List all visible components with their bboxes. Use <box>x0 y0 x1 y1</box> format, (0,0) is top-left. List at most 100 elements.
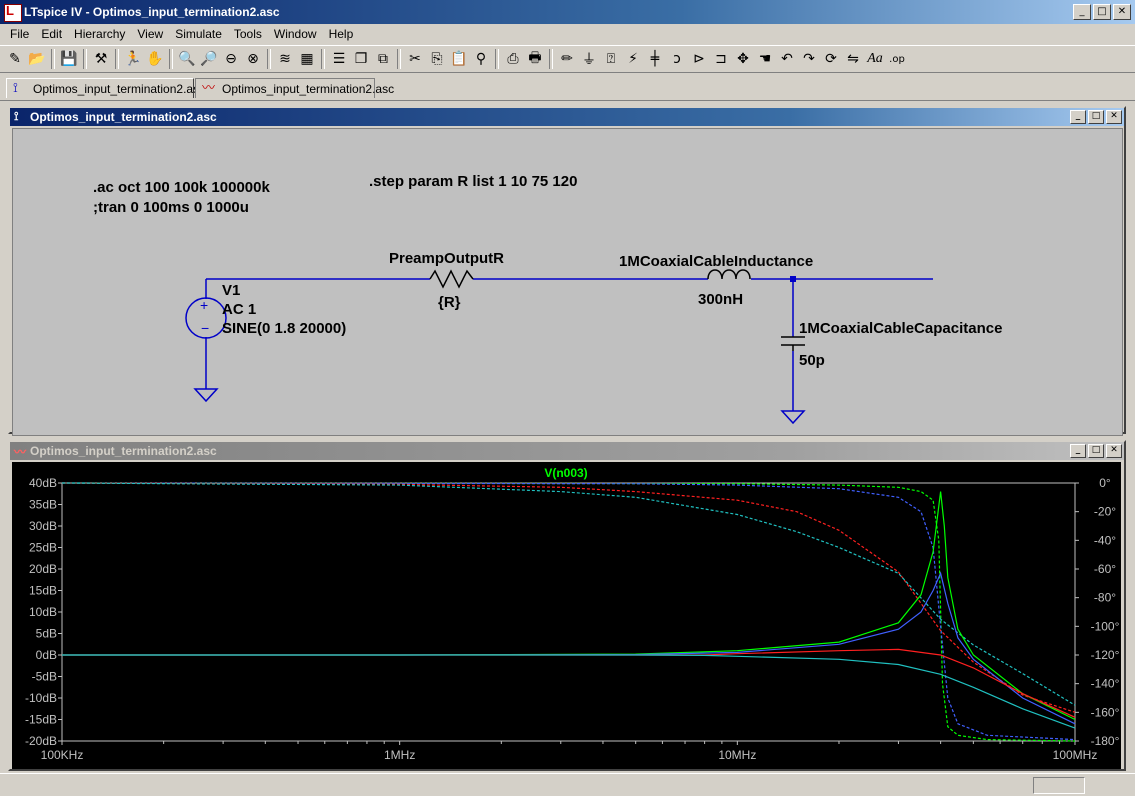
halt-icon[interactable]: ✋ <box>144 48 166 70</box>
y-left-tick-label: 0dB <box>36 648 57 662</box>
grid-icon[interactable]: ▦ <box>296 48 318 70</box>
new-schematic-icon[interactable]: ✎ <box>4 48 26 70</box>
resistor-preampoutputr[interactable] <box>429 269 474 289</box>
magnitude-trace <box>62 648 1076 718</box>
capacitor-coax[interactable] <box>781 336 805 351</box>
waveform-plot[interactable]: V(n003) 40dB 35dB 30dB 25dB 20dB 15dB 10dB 5dB 0… <box>12 462 1121 769</box>
save-icon[interactable]: 💾 <box>58 48 80 70</box>
y-right-tick-label: -60° <box>1094 562 1116 576</box>
inductor-name[interactable]: 1MCoaxialCableInductance <box>619 253 813 270</box>
maximize-button[interactable]: □ <box>1093 4 1111 20</box>
app-title: LTspice IV - Optimos_input_termination2.… <box>24 5 280 19</box>
source-value-ac[interactable]: AC 1 <box>222 301 256 318</box>
print-icon[interactable]: 🖶 <box>524 48 546 70</box>
menu-view[interactable]: View <box>131 27 169 41</box>
minimize-button[interactable]: _ <box>1073 4 1091 20</box>
close-button[interactable]: ✕ <box>1113 4 1131 20</box>
source-value-sine[interactable]: SINE(0 1.8 20000) <box>222 320 346 337</box>
inductor-value[interactable]: 300nH <box>698 291 743 308</box>
tab-waveform[interactable]: 〰 Optimos_input_termination2.asc <box>195 78 394 98</box>
voltage-source-v1[interactable]: + − <box>185 297 227 339</box>
menu-tools[interactable]: Tools <box>228 27 268 41</box>
phase-trace <box>61 482 1076 742</box>
undo-icon[interactable]: ↶ <box>776 48 798 70</box>
cascade-icon[interactable]: ❐ <box>350 48 372 70</box>
find-icon[interactable]: ⚲ <box>470 48 492 70</box>
capacitor-value[interactable]: 50p <box>799 352 825 369</box>
menu-simulate[interactable]: Simulate <box>169 27 228 41</box>
resistor-name[interactable]: PreampOutputR <box>389 250 504 267</box>
zoom-cancel-icon[interactable]: ⊗ <box>242 48 264 70</box>
schematic-canvas[interactable]: .ac oct 100 100k 100000k ;tran 0 100ms 0… <box>12 128 1123 436</box>
tile-horizontal-icon[interactable]: ☰ <box>328 48 350 70</box>
y-left-tick-label: 25dB <box>29 541 57 555</box>
toolbar: ✎ 📂 💾 ⚒ 🏃 ✋ 🔍 🔎 ⊖ ⊗ ≋ ▦ ☰ ❐ ⧉ ✂ ⎘ 📋 ⚲ ⎙ … <box>0 45 1135 73</box>
schematic-window-title: Optimos_input_termination2.asc <box>30 110 217 124</box>
y-right-tick-label: -140° <box>1091 677 1120 691</box>
ground-icon[interactable]: ⏚ <box>578 48 600 70</box>
waveform-icon: 〰 <box>202 81 216 96</box>
resistor-value[interactable]: {R} <box>438 294 461 311</box>
schematic-window-title-bar[interactable]: ⟟ Optimos_input_termination2.asc _ □ ✕ <box>10 108 1124 126</box>
label-net-icon[interactable]: ⍰ <box>600 48 622 70</box>
ground-symbol[interactable] <box>780 410 806 425</box>
open-icon[interactable]: 📂 <box>26 48 48 70</box>
text-icon[interactable]: Aa <box>864 48 886 70</box>
inductor-coax[interactable] <box>707 269 751 280</box>
y-left-tick-label: 35dB <box>29 498 57 512</box>
svg-text:−: − <box>201 320 209 336</box>
y-left-tick-label: 15dB <box>29 584 57 598</box>
redo-icon[interactable]: ↷ <box>798 48 820 70</box>
close-button[interactable]: ✕ <box>1106 444 1122 458</box>
inductor-icon[interactable]: ↄ <box>666 48 688 70</box>
trace-label[interactable]: V(n003) <box>544 466 587 480</box>
rotate-icon[interactable]: ⟳ <box>820 48 842 70</box>
print-setup-icon[interactable]: ⎙ <box>502 48 524 70</box>
menu-edit[interactable]: Edit <box>35 27 68 41</box>
ground-symbol[interactable] <box>193 388 219 403</box>
autorange-icon[interactable]: ≋ <box>274 48 296 70</box>
close-button[interactable]: ✕ <box>1106 110 1122 124</box>
zoom-out-icon[interactable]: 🔎 <box>198 48 220 70</box>
menu-file[interactable]: File <box>4 27 35 41</box>
waveform-window-title-bar[interactable]: 〰 Optimos_input_termination2.asc _ □ ✕ <box>10 442 1124 460</box>
menu-help[interactable]: Help <box>323 27 360 41</box>
zoom-fit-icon[interactable]: ⊖ <box>220 48 242 70</box>
minimize-button[interactable]: _ <box>1070 444 1086 458</box>
minimize-button[interactable]: _ <box>1070 110 1086 124</box>
control-panel-icon[interactable]: ⚒ <box>90 48 112 70</box>
menu-bar: File Edit Hierarchy View Simulate Tools … <box>0 24 1135 44</box>
ltspice-logo-icon: L <box>4 3 22 22</box>
maximize-button[interactable]: □ <box>1088 444 1104 458</box>
source-name[interactable]: V1 <box>222 282 240 299</box>
spice-comment-tran[interactable]: ;tran 0 100ms 0 1000u <box>93 199 249 216</box>
mirror-icon[interactable]: ⇋ <box>842 48 864 70</box>
drag-icon[interactable]: ☚ <box>754 48 776 70</box>
magnitude-trace <box>62 654 1076 729</box>
tab-schematic[interactable]: ⟟ Optimos_input_termination2.asc <box>6 78 205 98</box>
cut-icon[interactable]: ✂ <box>404 48 426 70</box>
waveform-window-title: Optimos_input_termination2.asc <box>30 444 217 458</box>
app-title-bar[interactable]: L LTspice IV - Optimos_input_termination… <box>0 0 1135 24</box>
capacitor-name[interactable]: 1MCoaxialCableCapacitance <box>799 320 1002 337</box>
component-icon[interactable]: ⊐ <box>710 48 732 70</box>
zoom-in-icon[interactable]: 🔍 <box>176 48 198 70</box>
close-all-icon[interactable]: ⧉ <box>372 48 394 70</box>
diode-icon[interactable]: ⊳ <box>688 48 710 70</box>
menu-hierarchy[interactable]: Hierarchy <box>68 27 131 41</box>
menu-window[interactable]: Window <box>268 27 323 41</box>
paste-icon[interactable]: 📋 <box>448 48 470 70</box>
spice-directive-icon[interactable]: .op <box>886 48 908 70</box>
waveform-window: 〰 Optimos_input_termination2.asc _ □ ✕ V… <box>8 440 1126 771</box>
wire-icon[interactable]: ✏ <box>556 48 578 70</box>
spice-directive-ac[interactable]: .ac oct 100 100k 100000k <box>93 179 270 196</box>
run-icon[interactable]: 🏃 <box>122 48 144 70</box>
maximize-button[interactable]: □ <box>1088 110 1104 124</box>
resistor-icon[interactable]: ⚡ <box>622 48 644 70</box>
copy-icon[interactable]: ⎘ <box>426 48 448 70</box>
capacitor-icon[interactable]: ╪ <box>644 48 666 70</box>
wires[interactable] <box>205 278 933 411</box>
bode-plot[interactable]: V(n003) 40dB 35dB 30dB 25dB 20dB 15dB 10dB 5dB 0… <box>12 462 1121 769</box>
move-icon[interactable]: ✥ <box>732 48 754 70</box>
spice-directive-step[interactable]: .step param R list 1 10 75 120 <box>369 173 577 190</box>
